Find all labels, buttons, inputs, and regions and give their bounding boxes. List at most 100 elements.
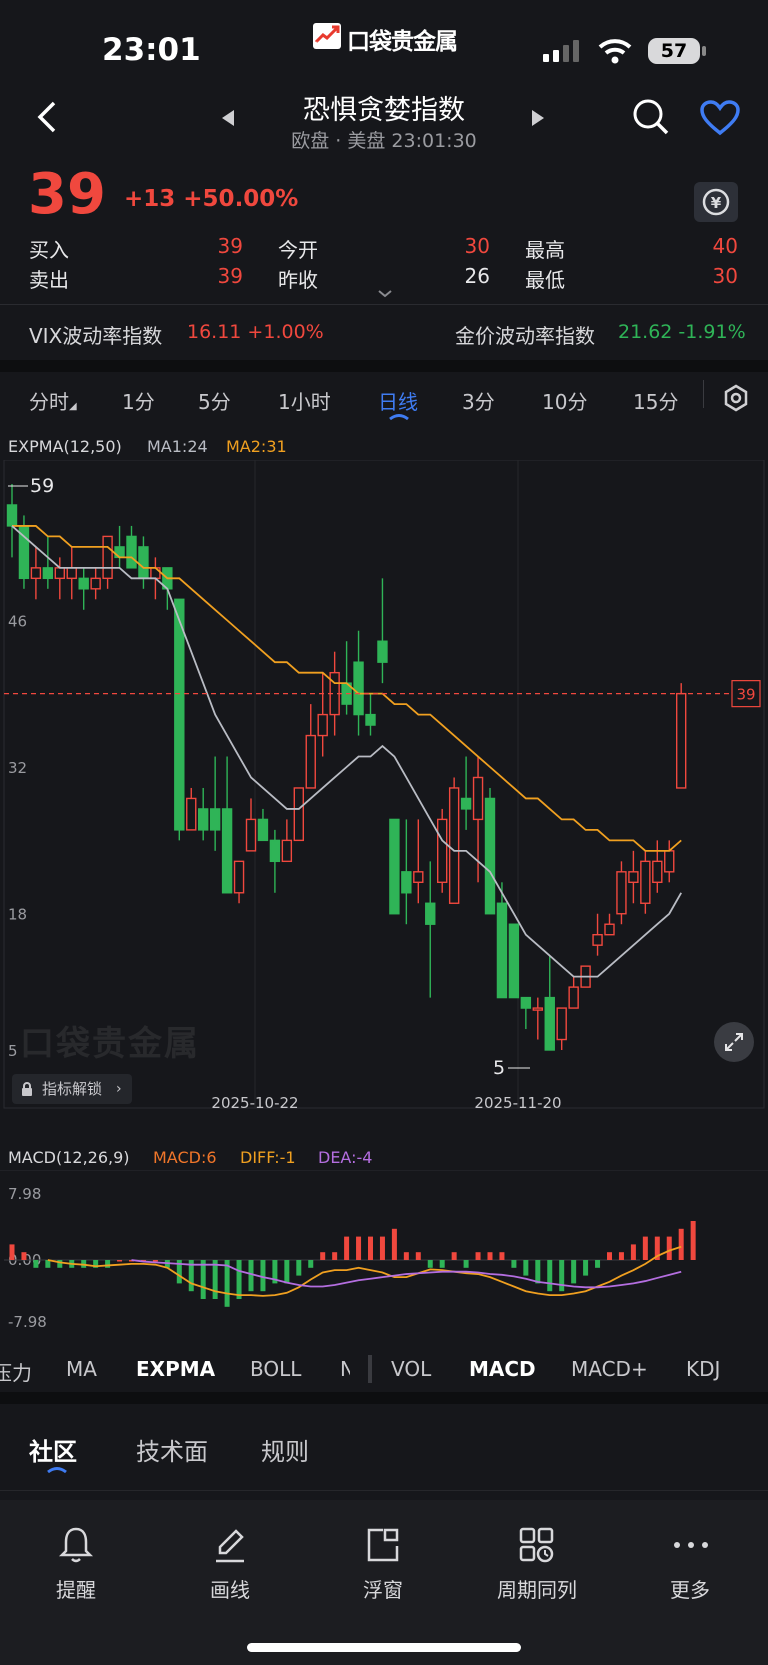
macd-histogram-bar: [308, 1260, 314, 1268]
nav-alert[interactable]: 提醒: [16, 1574, 136, 1603]
tab-indicator-vol[interactable]: VOL: [391, 1357, 431, 1381]
tab-indicator-kdj[interactable]: KDJ: [686, 1357, 720, 1381]
y-tick-label: 18: [8, 906, 27, 924]
low-marker-label: 5: [493, 1057, 505, 1079]
current-price-tag: 39: [736, 686, 755, 704]
candle: [341, 641, 352, 715]
wifi-icon: [598, 39, 632, 64]
candle-body: [460, 797, 472, 810]
exchange-button[interactable]: ¥: [694, 182, 738, 222]
candle: [520, 996, 532, 1030]
gold-volatility-value: 21.62 -1.91%: [618, 321, 746, 343]
candle-body: [628, 871, 639, 883]
tab-timeframe-10m[interactable]: 10分: [542, 386, 587, 415]
macd-histogram-bar: [547, 1260, 553, 1292]
more-dots-icon[interactable]: [672, 1540, 710, 1550]
tab-timeframe-intraday[interactable]: 分时◢: [29, 386, 77, 415]
low-value: 30: [712, 264, 738, 288]
tab-community[interactable]: 社区: [29, 1432, 77, 1467]
period-grid-icon[interactable]: [518, 1526, 556, 1564]
macd-histogram-bar: [439, 1260, 445, 1268]
tab-timeframe-daily[interactable]: 日线: [378, 386, 418, 415]
candle-body: [30, 567, 42, 580]
low-label: 最低: [525, 268, 565, 292]
candle: [532, 997, 543, 1040]
candle: [6, 484, 18, 558]
macd-histogram-bar: [152, 1260, 158, 1262]
draw-line-icon[interactable]: [212, 1525, 248, 1565]
unlock-indicator-button[interactable]: 指标解锁 ›: [12, 1074, 132, 1104]
open-value: 30: [464, 234, 490, 258]
candle-body: [6, 504, 18, 527]
high-label: 最高: [525, 238, 565, 262]
alert-bell-icon[interactable]: [58, 1525, 94, 1565]
candle-body: [233, 860, 245, 894]
candle-body: [42, 567, 54, 580]
macd-histogram-bar: [284, 1260, 290, 1284]
macd-histogram-bar: [487, 1252, 493, 1260]
expma-legend[interactable]: EXPMA(12,50): [8, 437, 122, 456]
tab-technical[interactable]: 技术面: [136, 1432, 208, 1467]
candle-body: [448, 787, 460, 904]
tab-indicator-macd-plus[interactable]: MACD+: [571, 1357, 648, 1381]
next-symbol-icon[interactable]: [532, 110, 546, 126]
tab-indicator-more[interactable]: N: [340, 1357, 350, 1381]
fullscreen-button[interactable]: [714, 1022, 754, 1062]
macd-histogram-bar: [391, 1228, 397, 1260]
candle: [592, 913, 603, 956]
tab-indicator-pressure[interactable]: 压力: [0, 1357, 32, 1386]
macd-histogram-bar: [583, 1260, 589, 1276]
tab-indicator-ma[interactable]: MA: [66, 1357, 97, 1381]
nav-draw-line[interactable]: 画线: [170, 1574, 290, 1603]
tab-timeframe-5m[interactable]: 5分: [198, 386, 231, 415]
tab-indicator-expma[interactable]: EXPMA: [136, 1357, 215, 1381]
gold-volatility-label[interactable]: 金价波动率指数: [455, 320, 595, 349]
search-icon[interactable]: [632, 98, 670, 136]
candle: [365, 693, 376, 736]
candle-body: [186, 797, 197, 831]
candle-body: [317, 713, 328, 737]
favorite-heart-icon[interactable]: [700, 100, 740, 136]
candle-body: [520, 996, 532, 1009]
candle-body: [138, 546, 149, 580]
nav-floating-window[interactable]: 浮窗: [323, 1574, 443, 1603]
macd-legend[interactable]: MACD(12,26,9): [8, 1148, 130, 1167]
candle: [102, 535, 113, 589]
candle-body: [640, 860, 651, 904]
candle-body: [221, 808, 233, 894]
candle-body: [604, 923, 615, 936]
chevron-right-icon: ›: [116, 1081, 122, 1097]
macd-histogram-bar: [511, 1260, 517, 1268]
expand-chevron-icon[interactable]: [377, 289, 393, 299]
floating-window-icon[interactable]: [365, 1526, 401, 1564]
tab-indicator-boll[interactable]: BOLL: [250, 1357, 301, 1381]
macd-histogram-bar: [9, 1244, 15, 1260]
candle-body: [532, 1007, 543, 1011]
candle: [209, 756, 221, 851]
candle-body: [293, 787, 304, 842]
nav-more[interactable]: 更多: [630, 1574, 750, 1603]
candle-body: [676, 692, 687, 789]
tab-timeframe-1h[interactable]: 1小时: [278, 386, 331, 415]
chart-settings-icon[interactable]: [722, 384, 750, 412]
tab-indicator-macd[interactable]: MACD: [469, 1357, 536, 1381]
candle: [377, 578, 388, 684]
sell-label: 卖出: [29, 268, 69, 292]
candle-body: [197, 808, 209, 831]
vix-label[interactable]: VIX波动率指数: [29, 320, 162, 349]
tab-timeframe-1m[interactable]: 1分: [122, 386, 155, 415]
candle-body: [54, 567, 65, 580]
candle-body: [616, 871, 627, 915]
current-price: 39: [28, 162, 106, 227]
nav-period-compare[interactable]: 周期同列: [477, 1574, 597, 1603]
candlestick-chart[interactable]: 46 32 18 5 39 59 5 2025-10-22 2025-11-20: [0, 460, 768, 1110]
candle-body: [245, 818, 257, 852]
tab-timeframe-15m[interactable]: 15分: [633, 386, 678, 415]
macd-chart[interactable]: 7.980.00-7.98: [0, 1170, 768, 1340]
tab-rules[interactable]: 规则: [261, 1432, 309, 1467]
macd-histogram-bar: [595, 1260, 601, 1268]
status-time: 23:01: [102, 32, 201, 68]
macd-histogram-bar: [33, 1260, 39, 1268]
candle-body: [496, 902, 508, 999]
tab-timeframe-3m[interactable]: 3分: [462, 386, 495, 415]
